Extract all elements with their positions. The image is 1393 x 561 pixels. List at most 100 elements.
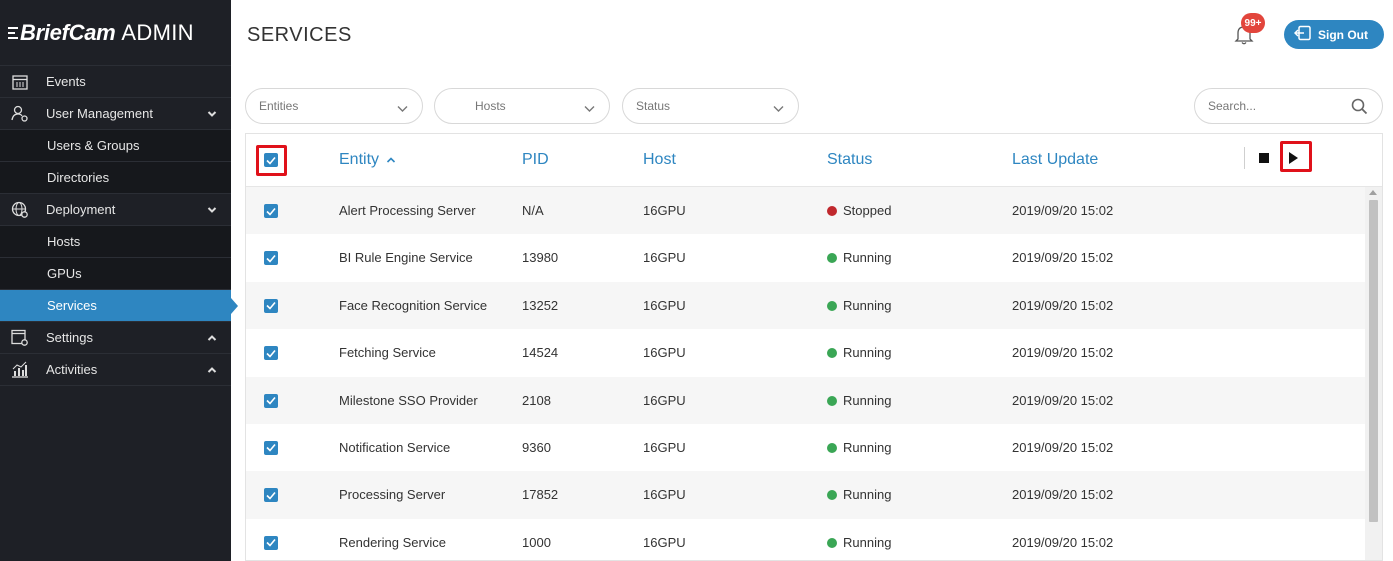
cell-host: 16GPU xyxy=(643,297,686,313)
column-header-last-update[interactable]: Last Update xyxy=(1012,151,1098,169)
search-placeholder: Search... xyxy=(1208,99,1257,113)
chevron-up-icon xyxy=(207,363,217,378)
sidebar: BriefCam ADMIN Events User Management Us… xyxy=(0,0,238,561)
chevron-down-icon xyxy=(207,203,217,218)
search-icon[interactable] xyxy=(1351,98,1368,118)
cell-status: Running xyxy=(827,535,891,550)
status-label: Running xyxy=(843,250,892,266)
status-label: Stopped xyxy=(843,203,892,218)
table-body: Alert Processing Server N/A 16GPU Stoppe… xyxy=(246,187,1365,560)
cell-entity: Fetching Service xyxy=(339,345,436,361)
sign-out-icon xyxy=(1293,25,1318,44)
status-running-icon xyxy=(827,300,837,311)
sidebar-item-directories[interactable]: Directories xyxy=(0,161,231,193)
cell-status: Running xyxy=(827,393,891,408)
status-label: Running xyxy=(843,392,892,408)
sidebar-item-services[interactable]: Services xyxy=(0,289,238,321)
status-label: Running xyxy=(843,487,892,503)
cell-pid: 17852 xyxy=(522,487,559,503)
sidebar-item-hosts[interactable]: Hosts xyxy=(0,225,231,257)
table-row[interactable]: Alert Processing Server N/A 16GPU Stoppe… xyxy=(246,187,1365,235)
cell-status: Stopped xyxy=(827,203,891,218)
sidebar-item-label: Settings xyxy=(46,330,93,345)
cell-entity: BI Rule Engine Service xyxy=(339,250,473,266)
sidebar-item-settings[interactable]: Settings xyxy=(0,321,231,353)
sidebar-item-deployment[interactable]: Deployment xyxy=(0,193,231,225)
cell-pid: 13252 xyxy=(522,297,559,313)
sign-out-button[interactable]: Sign Out xyxy=(1284,20,1384,49)
cell-entity: Rendering Service xyxy=(339,534,446,550)
row-checkbox[interactable] xyxy=(264,251,278,266)
table-header: Entity PID Host Status Last Update xyxy=(246,134,1382,187)
cell-host: 16GPU xyxy=(643,534,686,550)
sidebar-item-gpus[interactable]: GPUs xyxy=(0,257,231,289)
table-row[interactable]: Fetching Service 14524 16GPU Running 201… xyxy=(246,329,1365,377)
sidebar-item-label: Events xyxy=(46,74,86,89)
table-row[interactable]: Face Recognition Service 13252 16GPU Run… xyxy=(246,281,1365,330)
status-stopped-icon xyxy=(827,206,837,216)
cell-last-update: 2019/09/20 15:02 xyxy=(1012,250,1114,266)
sidebar-item-label: Activities xyxy=(46,362,98,377)
table-row[interactable]: Rendering Service 1000 16GPU Running 201… xyxy=(246,518,1365,560)
table-row[interactable]: Milestone SSO Provider 2108 16GPU Runnin… xyxy=(246,376,1365,424)
sidebar-item-users-groups[interactable]: Users & Groups xyxy=(0,129,231,161)
globe-settings-icon xyxy=(10,201,30,219)
row-checkbox[interactable] xyxy=(264,204,278,218)
sidebar-item-label: Users & Groups xyxy=(47,138,140,153)
cell-last-update: 2019/09/20 15:02 xyxy=(1012,392,1114,408)
brand-name: BriefCam xyxy=(20,19,116,45)
cell-pid: 13980 xyxy=(522,250,559,266)
status-running-icon xyxy=(827,348,837,359)
stop-icon[interactable] xyxy=(1259,153,1269,163)
table-row[interactable]: Processing Server 17852 16GPU Running 20… xyxy=(246,471,1365,519)
user-settings-icon xyxy=(10,105,30,123)
row-checkbox[interactable] xyxy=(264,488,278,503)
cell-last-update: 2019/09/20 15:02 xyxy=(1012,297,1114,313)
cell-last-update: 2019/09/20 15:02 xyxy=(1012,534,1114,550)
brand-lines-icon xyxy=(8,24,18,42)
notification-badge[interactable]: 99+ xyxy=(1241,13,1265,33)
scroll-up-arrow-icon[interactable] xyxy=(1369,190,1377,195)
cell-entity: Processing Server xyxy=(339,487,446,503)
brand-logo: BriefCam ADMIN xyxy=(0,0,231,65)
sidebar-divider xyxy=(0,385,231,386)
chevron-down-icon xyxy=(584,102,595,116)
scrollbar-thumb[interactable] xyxy=(1369,200,1378,522)
sidebar-item-activities[interactable]: Activities xyxy=(0,353,231,385)
row-checkbox[interactable] xyxy=(264,298,278,313)
chart-icon xyxy=(10,361,30,379)
table-scrollbar[interactable] xyxy=(1365,187,1382,560)
entities-filter-label: Entities xyxy=(259,99,299,113)
status-running-icon xyxy=(827,395,837,406)
status-label: Running xyxy=(843,345,892,361)
app: BriefCam ADMIN Events User Management Us… xyxy=(0,0,1393,561)
table-row[interactable]: BI Rule Engine Service 13980 16GPU Runni… xyxy=(246,234,1365,282)
cell-pid: 14524 xyxy=(522,345,559,361)
column-header-host[interactable]: Host xyxy=(643,151,676,169)
row-checkbox[interactable] xyxy=(264,346,278,361)
status-label: Running xyxy=(843,534,892,550)
row-checkbox[interactable] xyxy=(264,393,278,408)
row-checkbox[interactable] xyxy=(264,440,278,455)
cell-host: 16GPU xyxy=(643,250,686,266)
column-header-status[interactable]: Status xyxy=(827,151,872,169)
cell-status: Running xyxy=(827,345,891,360)
sidebar-item-label: GPUs xyxy=(47,266,82,281)
chevron-up-icon xyxy=(207,331,217,346)
row-checkbox[interactable] xyxy=(264,535,278,550)
cell-status: Running xyxy=(827,440,891,455)
chevron-down-icon xyxy=(773,102,784,116)
window-settings-icon xyxy=(10,329,30,347)
cell-pid: 9360 xyxy=(522,439,551,455)
column-header-pid[interactable]: PID xyxy=(522,151,549,169)
search-input[interactable]: Search... xyxy=(1194,88,1383,124)
cell-host: 16GPU xyxy=(643,392,686,408)
hosts-filter[interactable]: Hosts xyxy=(434,88,610,124)
column-header-entity[interactable]: Entity xyxy=(339,151,396,169)
entities-filter[interactable]: Entities xyxy=(245,88,423,124)
cell-last-update: 2019/09/20 15:02 xyxy=(1012,487,1114,503)
sidebar-item-user-management[interactable]: User Management xyxy=(0,97,231,129)
table-row[interactable]: Notification Service 9360 16GPU Running … xyxy=(246,423,1365,472)
status-filter[interactable]: Status xyxy=(622,88,799,124)
sidebar-item-events[interactable]: Events xyxy=(0,65,231,97)
